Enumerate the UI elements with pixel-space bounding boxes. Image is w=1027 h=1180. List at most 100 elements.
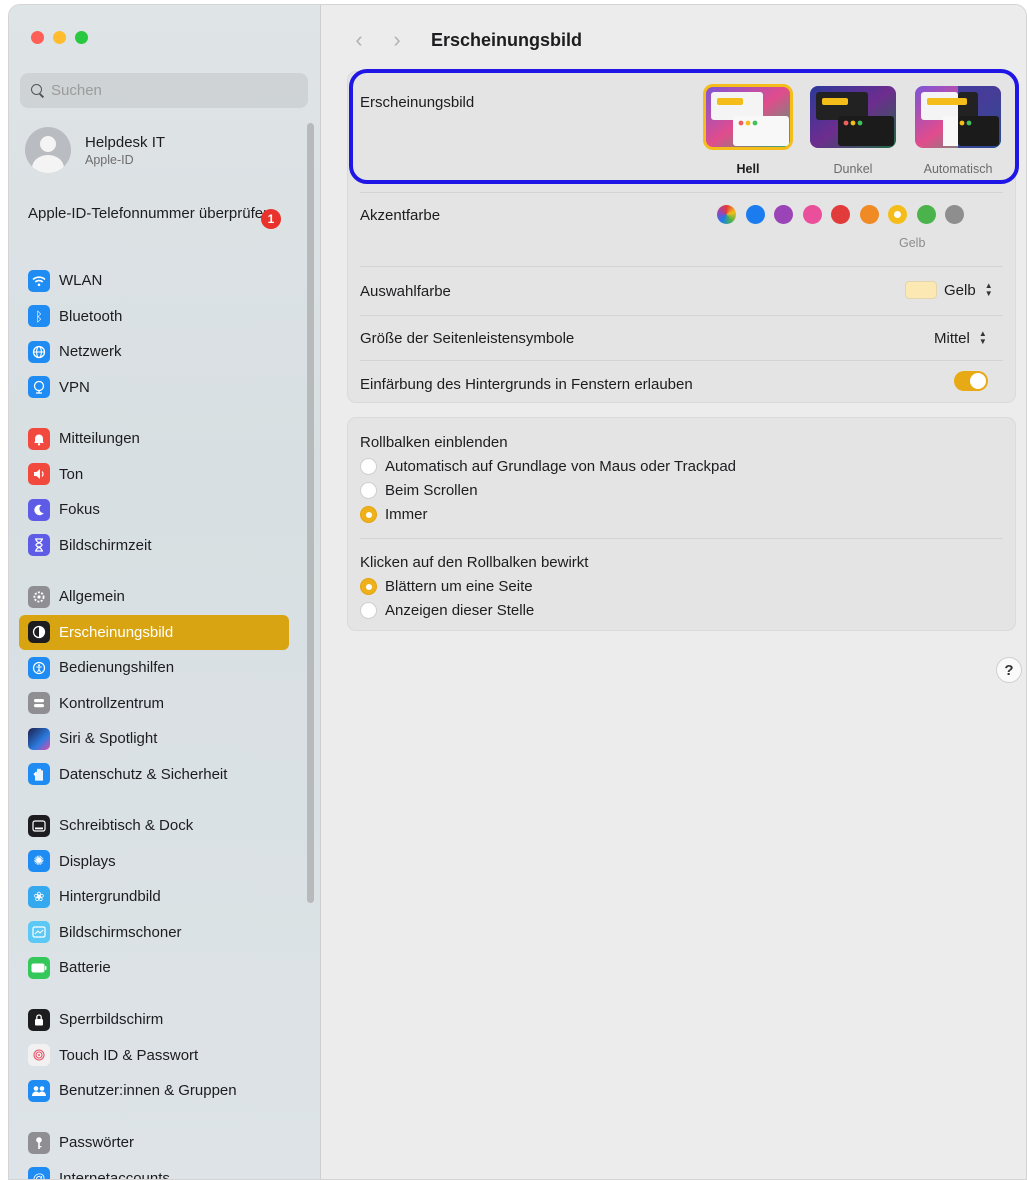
main-content: ‹ › Erscheinungsbild Erscheinungsbild He… [321,5,1026,1179]
sidebar-item-bedienungshilfen[interactable]: Bedienungshilfen [19,650,289,686]
minimize-window-button[interactable] [53,31,66,44]
accent-green[interactable] [916,205,936,224]
sidebar-group-desktop: Schreibtisch & Dock ✺ Displays ❀ Hinterg… [19,808,289,986]
sidebar-item-label: Bluetooth [59,307,123,325]
fingerprint-icon [28,1044,50,1067]
accent-orange[interactable] [859,205,879,224]
radio-button [360,482,377,499]
window-controls [31,31,88,44]
accent-red[interactable] [831,205,850,224]
selection-color-swatch [905,281,937,299]
sidebar-item-bildschirmschoner[interactable]: Bildschirmschoner [19,915,289,951]
help-button[interactable]: ? [996,657,1022,683]
moon-icon [28,498,50,521]
selection-color-value: Gelb [944,281,976,299]
sidebar-icon-size-value: Mittel [934,329,970,347]
accent-selected-name: Gelb [899,236,926,250]
scrollbars-option-scrolling[interactable]: Beim Scrollen [360,482,478,499]
click-option-spot[interactable]: Anzeigen dieser Stelle [360,602,534,619]
sidebar-item-label: Kontrollzentrum [59,694,165,712]
sidebar-item-label: Benutzer:innen & Gruppen [59,1082,237,1100]
sidebar-item-label: Mitteilungen [59,430,140,448]
radio-label: Immer [385,506,428,523]
search-field[interactable] [20,73,308,108]
sidebar-item-label: Bildschirmschoner [59,923,182,941]
page-title: Erscheinungsbild [431,29,583,50]
scrollbar-settings-card: Rollbalken einblenden Automatisch auf Gr… [347,417,1016,631]
back-chevron-icon[interactable]: ‹ [345,27,373,53]
sidebar-item-datenschutz[interactable]: Datenschutz & Sicherheit [19,757,289,793]
sidebar-item-erscheinungsbild[interactable]: Erscheinungsbild [19,614,289,650]
accent-color-swatches [717,205,964,224]
search-input[interactable] [51,82,291,99]
apple-id-account[interactable]: Helpdesk IT Apple-ID [25,127,165,173]
sidebar-item-vpn[interactable]: VPN [19,370,289,406]
sidebar-item-kontrollzentrum[interactable]: Kontrollzentrum [19,686,289,722]
accent-purple[interactable] [774,205,793,224]
accent-yellow[interactable] [888,205,907,224]
accent-multicolor[interactable] [717,205,736,224]
click-option-page[interactable]: Blättern um eine Seite [360,578,533,595]
account-subtitle: Apple-ID [85,152,134,167]
divider [360,360,1003,361]
show-scrollbars-label: Rollbalken einblenden [360,434,508,451]
sidebar-item-label: Schreibtisch & Dock [59,817,194,835]
siri-icon [28,727,50,750]
sidebar-item-label: Fokus [59,501,100,519]
sidebar-item-label: Ton [59,465,84,483]
forward-chevron-icon[interactable]: › [383,27,411,53]
sidebar-item-benutzer-gruppen[interactable]: Benutzer:innen & Gruppen [19,1073,289,1109]
divider [360,192,1003,193]
scrollbars-option-always[interactable]: Immer [360,506,428,523]
accent-color-label: Akzentfarbe [360,207,441,224]
accent-pink[interactable] [802,205,822,224]
scrollbars-option-auto[interactable]: Automatisch auf Grundlage von Maus oder … [360,458,736,475]
accent-graphite[interactable] [945,205,964,224]
screensaver-icon [28,921,50,944]
at-icon: @ [28,1167,50,1179]
sidebar-item-batterie[interactable]: Batterie [19,950,289,986]
sidebar-item-label: Datenschutz & Sicherheit [59,765,228,783]
apple-id-phone-notice[interactable]: Apple-ID-Telefonnummer überprüfen [28,203,288,224]
hand-icon [28,763,50,786]
users-icon [28,1079,50,1102]
sidebar-item-wlan[interactable]: WLAN [19,263,289,299]
accent-blue[interactable] [745,205,765,224]
divider [360,315,1003,316]
sidebar-item-siri-spotlight[interactable]: Siri & Spotlight [19,721,289,757]
sidebar-item-hintergrundbild[interactable]: ❀ Hintergrundbild [19,879,289,915]
updown-chevron-icon: ▲ ▼ [984,281,993,298]
selection-color-popup[interactable]: Gelb ▲ ▼ [905,280,997,300]
sidebar-item-ton[interactable]: Ton [19,457,289,493]
sidebar-scrollbar[interactable] [307,123,314,903]
sidebar-item-allgemein[interactable]: Allgemein [19,579,289,615]
key-icon [28,1131,50,1154]
sidebar-item-mitteilungen[interactable]: Mitteilungen [19,421,289,457]
sidebar-item-label: Hintergrundbild [59,888,161,906]
sidebar-icon-size-popup[interactable]: Mittel ▲ ▼ [934,328,991,348]
zoom-window-button[interactable] [75,31,88,44]
sidebar-item-schreibtisch-dock[interactable]: Schreibtisch & Dock [19,808,289,844]
radio-label: Anzeigen dieser Stelle [385,602,535,619]
sidebar-item-touch-id[interactable]: Touch ID & Passwort [19,1038,289,1074]
avatar [25,127,71,173]
sidebar-item-bildschirmzeit[interactable]: Bildschirmzeit [19,528,289,564]
divider [360,266,1003,267]
sidebar-item-label: Internetaccounts [59,1169,170,1180]
radio-button [360,458,377,475]
sidebar-item-fokus[interactable]: Fokus [19,492,289,528]
close-window-button[interactable] [31,31,44,44]
sidebar-item-internetaccounts[interactable]: @ Internetaccounts [19,1161,289,1180]
sidebar-item-netzwerk[interactable]: Netzwerk [19,334,289,370]
sidebar-item-sperrbildschirm[interactable]: Sperrbildschirm [19,1002,289,1038]
window-tinting-toggle[interactable] [954,371,988,391]
sidebar-item-label: Bildschirmzeit [59,536,152,554]
sidebar-item-displays[interactable]: ✺ Displays [19,844,289,880]
accessibility-icon [28,656,50,679]
sidebar-item-passwoerter[interactable]: Passwörter [19,1125,289,1161]
radio-button [360,602,377,619]
sidebar-group-notifications: Mitteilungen Ton Fokus Bildschirmzeit [19,421,289,563]
radio-button-selected [360,578,377,595]
sidebar-group-security: Sperrbildschirm Touch ID & Passwort Benu… [19,1002,289,1109]
sidebar-item-bluetooth[interactable]: ᛒ Bluetooth [19,299,289,335]
